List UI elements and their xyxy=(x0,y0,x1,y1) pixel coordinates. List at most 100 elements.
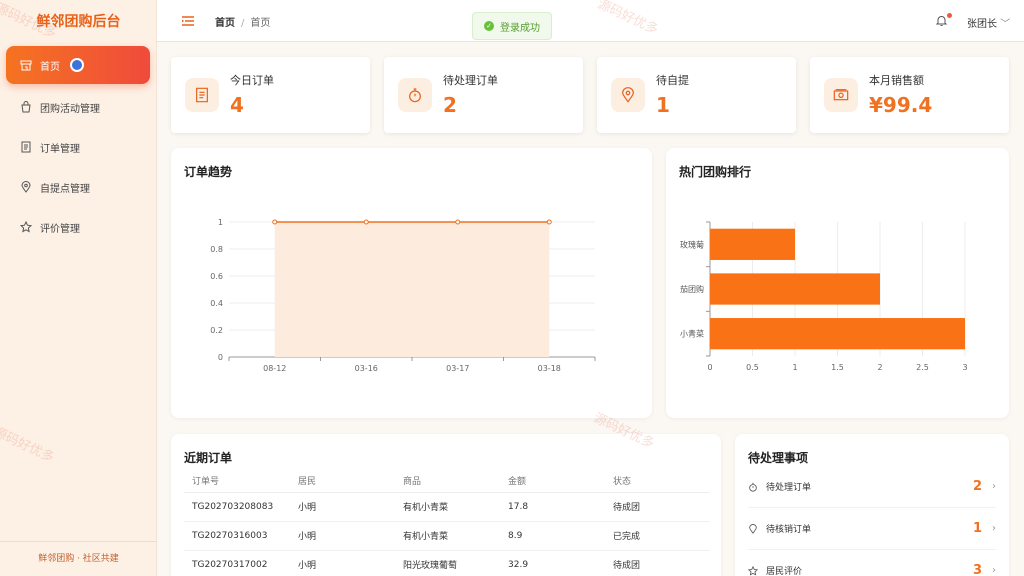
column-header: 状态 xyxy=(605,470,710,493)
chevron-right-icon: › xyxy=(992,481,996,492)
document-icon xyxy=(21,141,31,153)
location-pin-icon xyxy=(749,523,757,534)
table-row[interactable]: TG20270316003 小明 有机小青菜 8.9 已完成 xyxy=(184,521,710,551)
menu-toggle-icon[interactable] xyxy=(181,14,195,28)
chevron-down-icon: ﹀ xyxy=(1000,19,1011,30)
notification-badge xyxy=(947,13,952,18)
y-tick-label: 小青菜 xyxy=(680,329,704,339)
stat-value: ¥99.4 xyxy=(869,93,933,117)
resident: 小明 xyxy=(290,550,395,576)
data-point xyxy=(455,219,461,225)
x-tick-label: 1 xyxy=(792,363,797,372)
chevron-right-icon: › xyxy=(992,523,996,534)
sidebar-footer: 鲜邻团购 · 社区共建 xyxy=(38,554,119,564)
y-tick-label: 0.2 xyxy=(210,326,223,335)
stat-value: 2 xyxy=(443,93,457,117)
data-point xyxy=(272,219,278,225)
todo-item-reviews[interactable]: 居民评价 3 › xyxy=(748,550,996,576)
x-tick-label: 03-16 xyxy=(355,364,378,373)
table-row[interactable]: TG20270317002 小明 阳光玫瑰葡萄 32.9 待成团 xyxy=(184,550,710,576)
sidebar-item-label: 订单管理 xyxy=(40,143,80,155)
stopwatch-icon xyxy=(749,482,757,492)
amount: 8.9 xyxy=(500,521,605,551)
x-tick-label: 1.5 xyxy=(831,363,844,372)
status: 待成团 xyxy=(605,492,710,522)
bar xyxy=(710,228,795,260)
column-header: 居民 xyxy=(290,470,395,493)
y-tick-label: 0.6 xyxy=(210,272,223,281)
x-tick-label: 2.5 xyxy=(916,363,929,372)
order-trend-chart: 0 0.2 0.4 0.6 0.8 1 08-12 03-16 03-17 03-18 xyxy=(210,218,596,373)
todo-item-pending-orders[interactable]: 待处理订单 2 › xyxy=(748,466,996,508)
todo-label: 待核销订单 xyxy=(766,525,812,535)
order-id: TG20270316003 xyxy=(184,521,290,551)
todo-card: 待处理事项 待处理订单 2 › 待核销订单 1 › 居民评价 3 › xyxy=(735,434,1009,576)
y-tick-label: 玫瑰葡 xyxy=(680,239,704,249)
breadcrumb-item[interactable]: 首页 xyxy=(215,18,235,29)
todo-count: 1 xyxy=(972,521,982,536)
divider xyxy=(0,541,157,542)
sidebar-item-pickup[interactable]: 自提点管理 xyxy=(6,168,150,206)
stopwatch-icon xyxy=(398,78,432,112)
check-icon: ✓ xyxy=(484,21,494,31)
location-pin-icon xyxy=(21,181,31,193)
stat-value: 1 xyxy=(656,93,670,117)
sidebar-item-orders[interactable]: 订单管理 xyxy=(6,128,150,166)
user-menu[interactable]: 张团长 ﹀ xyxy=(967,15,1010,30)
location-pin-icon xyxy=(611,78,645,112)
sidebar-item-reviews[interactable]: 评价管理 xyxy=(6,208,150,246)
table-row[interactable]: TG202703208083 小明 有机小青菜 17.8 待成团 xyxy=(184,492,710,522)
x-tick-label: 0.5 xyxy=(746,363,759,372)
column-header: 商品 xyxy=(395,470,500,493)
stat-card-monthly-sales: 本月销售额 ¥99.4 xyxy=(810,57,1009,133)
status: 待成团 xyxy=(605,550,710,576)
y-tick-label: 0.4 xyxy=(210,299,223,308)
sidebar: 鲜邻团购后台 首页 团购活动管理 订单管理 自提点管理 评价管理 鲜邻团购 · … xyxy=(0,0,157,576)
data-point xyxy=(546,219,552,225)
y-tick-label: 0 xyxy=(218,353,223,362)
column-header: 金额 xyxy=(500,470,605,493)
data-point xyxy=(363,219,369,225)
order-id: TG202703208083 xyxy=(184,492,290,522)
product: 阳光玫瑰葡萄 xyxy=(395,550,500,576)
x-tick-label: 3 xyxy=(962,363,967,372)
amount: 17.8 xyxy=(500,492,605,522)
stat-value: 4 xyxy=(230,93,244,117)
area-fill xyxy=(274,222,550,357)
x-tick-label: 03-18 xyxy=(538,364,561,373)
toast-text: 登录成功 xyxy=(500,22,540,34)
orders-table: 订单号 居民 商品 金额 状态 TG202703208083 小明 有机小青菜 … xyxy=(184,470,710,576)
resident: 小明 xyxy=(290,492,395,522)
star-icon xyxy=(20,221,32,233)
y-tick-label: 1 xyxy=(218,218,223,227)
card-title: 近期订单 xyxy=(184,451,233,465)
todo-item-verify-orders[interactable]: 待核销订单 1 › xyxy=(748,508,996,550)
product: 有机小青菜 xyxy=(395,521,500,551)
status: 已完成 xyxy=(605,521,710,551)
bar xyxy=(710,273,880,305)
sidebar-item-label: 团购活动管理 xyxy=(40,103,100,115)
y-tick-label: 茄团购 xyxy=(680,284,704,294)
breadcrumb-item: 首页 xyxy=(250,18,271,29)
sidebar-item-label: 评价管理 xyxy=(40,223,80,235)
column-header: 订单号 xyxy=(184,470,290,493)
todo-count: 3 xyxy=(972,563,982,576)
stat-label: 待自提 xyxy=(656,74,689,87)
sidebar-item-home[interactable]: 首页 xyxy=(6,46,150,84)
x-tick-label: 03-17 xyxy=(446,364,469,373)
todo-label: 待处理订单 xyxy=(766,483,812,493)
stat-label: 今日订单 xyxy=(230,74,274,87)
stat-label: 待处理订单 xyxy=(443,74,498,87)
amount: 32.9 xyxy=(500,550,605,576)
stat-label: 本月销售额 xyxy=(869,74,924,87)
todo-label: 居民评价 xyxy=(766,567,803,576)
product: 有机小青菜 xyxy=(395,492,500,522)
x-tick-label: 0 xyxy=(707,363,712,372)
hot-ranking-chart: 0 0.5 1 1.5 2 2.5 3 玫瑰葡茄团购小青菜 xyxy=(680,221,968,372)
storefront-icon xyxy=(20,60,32,71)
order-trend-card: 订单趋势 0 0.2 0.4 0.6 0.8 1 08-12 03-16 03-17 03-18 xyxy=(171,148,652,418)
sidebar-item-label: 自提点管理 xyxy=(40,183,90,195)
chevron-right-icon: › xyxy=(992,565,996,576)
sidebar-item-group-buy[interactable]: 团购活动管理 xyxy=(6,88,150,126)
brand-title: 鲜邻团购后台 xyxy=(36,14,121,30)
